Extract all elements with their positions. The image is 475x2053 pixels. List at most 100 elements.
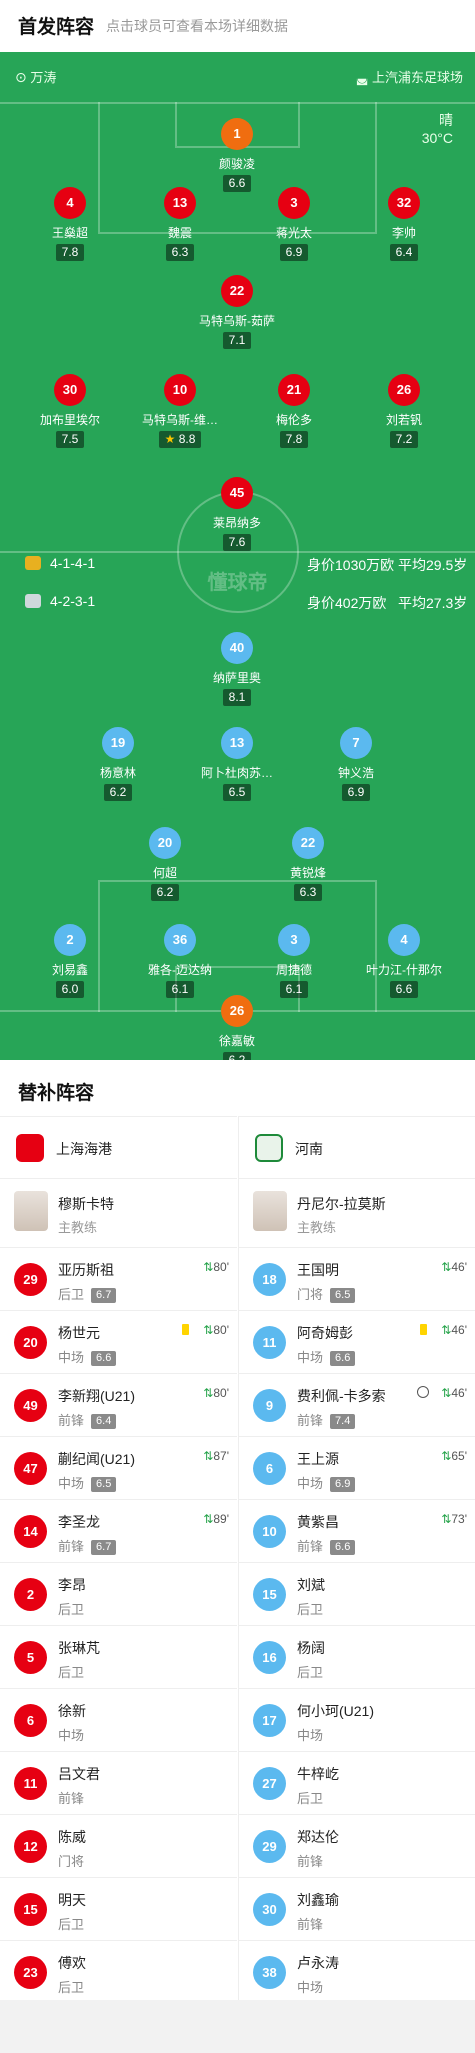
sub-minute-text: 46' (451, 1386, 467, 1400)
sub-rating: 6.4 (91, 1414, 117, 1429)
sub-minute: ⇅80' (203, 1260, 229, 1274)
sub-player-row[interactable]: 38 卢永涛 中场 (239, 1940, 475, 2003)
sub-number: 23 (14, 1956, 47, 1989)
away-player[interactable]: 20 何超 6.2 (100, 827, 230, 901)
rating-value: 6.3 (299, 885, 317, 899)
sub-player-row[interactable]: 14 李圣龙 前锋 6.7 ⇅89' (0, 1499, 237, 1562)
sub-position-text: 中场 (297, 1476, 324, 1491)
sub-player-row[interactable]: 11 吕文君 前锋 (0, 1751, 237, 1814)
away-player[interactable]: 36 雅各-迈达纳 6.1 (115, 924, 245, 998)
away-coach-row[interactable]: 丹尼尔-拉莫斯 主教练 (239, 1178, 475, 1247)
sub-in-icon: ⇅ (203, 1260, 214, 1274)
sub-player-row[interactable]: 5 张琳芃 后卫 (0, 1625, 237, 1688)
sub-player-row[interactable]: 20 杨世元 中场 6.6 ⇅80' (0, 1310, 237, 1373)
player-rating: 6.6 (389, 981, 419, 998)
player-rating: 7.6 (222, 534, 252, 551)
player-number: 22 (292, 827, 324, 859)
away-player[interactable]: 22 黄锐烽 6.3 (243, 827, 373, 901)
home-player[interactable]: 10 马特乌斯-维… ★ 8.8 (115, 374, 245, 448)
sub-player-row[interactable]: 29 郑达伦 前锋 (239, 1814, 475, 1877)
sub-position-text: 前锋 (297, 1854, 324, 1869)
player-rating: 6.2 (103, 784, 133, 801)
sub-name: 郑达伦 (297, 1829, 339, 1845)
sub-minute-text: 46' (451, 1323, 467, 1337)
sub-player-row[interactable]: 29 亚历斯祖 后卫 6.7 ⇅80' (0, 1247, 237, 1310)
player-number: 32 (388, 187, 420, 219)
sub-minute: ⇅80' (203, 1323, 229, 1337)
player-rating: 6.4 (389, 244, 419, 261)
player-number: 10 (164, 374, 196, 406)
sub-player-row[interactable]: 2 李昂 后卫 (0, 1562, 237, 1625)
away-team-icon (25, 594, 41, 608)
player-name: 莱昂纳多 (212, 516, 261, 530)
sub-position: 中场 (297, 1977, 323, 1996)
sub-player-row[interactable]: 6 王上源 中场 6.9 ⇅65' (239, 1436, 475, 1499)
coach-role: 主教练 (58, 1220, 98, 1235)
player-rating: 6.2 (222, 1052, 252, 1060)
sub-minute-text: 87' (213, 1449, 229, 1463)
sub-number: 17 (253, 1704, 286, 1737)
sub-player-row[interactable]: 30 刘鑫瑜 前锋 (239, 1877, 475, 1940)
sub-player-row[interactable]: 9 费利佩-卡多索 前锋 7.4 ⇅46' (239, 1373, 475, 1436)
sub-position-text: 门将 (297, 1287, 324, 1302)
sub-name: 何小珂(U21) (297, 1703, 375, 1719)
player-rating: 6.5 (222, 784, 252, 801)
sub-number: 49 (14, 1389, 47, 1422)
sub-player-row[interactable]: 49 李新翔(U21) 前锋 6.4 ⇅80' (0, 1373, 237, 1436)
player-number: 4 (388, 924, 420, 956)
sub-in-icon: ⇅ (203, 1512, 214, 1526)
away-player[interactable]: 26 徐嘉敏 6.2 (172, 995, 302, 1060)
player-number: 4 (54, 187, 86, 219)
player-number: 3 (278, 924, 310, 956)
away-team-row[interactable]: 河南 (239, 1116, 475, 1178)
away-player[interactable]: 7 钟义浩 6.9 (291, 727, 421, 801)
sub-player-row[interactable]: 11 阿奇姆彭 中场 6.6 ⇅46' (239, 1310, 475, 1373)
home-player[interactable]: 26 刘若钒 7.2 (339, 374, 469, 448)
sub-player-row[interactable]: 17 何小珂(U21) 中场 (239, 1688, 475, 1751)
home-player[interactable]: 32 李帅 6.4 (339, 187, 469, 261)
away-player[interactable]: 4 叶力江-什那尔 6.6 (339, 924, 469, 998)
rating-value: 6.2 (228, 1053, 246, 1060)
home-coach-row[interactable]: 穆斯卡特 主教练 (0, 1178, 237, 1247)
sub-number: 6 (253, 1452, 286, 1485)
sub-name: 傅欢 (58, 1955, 86, 1971)
sub-player-row[interactable]: 15 明天 后卫 (0, 1877, 237, 1940)
sub-minute-text: 80' (213, 1323, 229, 1337)
sub-rating: 7.4 (330, 1414, 356, 1429)
sub-number: 9 (253, 1389, 286, 1422)
player-number: 26 (388, 374, 420, 406)
home-player[interactable]: 1 颜骏凌 6.6 (172, 118, 302, 192)
home-player[interactable]: 13 魏震 6.3 (115, 187, 245, 261)
home-player[interactable]: 22 马特乌斯-茹萨 7.1 (172, 275, 302, 349)
sub-player-row[interactable]: 12 陈威 门将 (0, 1814, 237, 1877)
sub-position: 前锋 6.4 (58, 1410, 117, 1429)
sub-player-row[interactable]: 18 王国明 门将 6.5 ⇅46' (239, 1247, 475, 1310)
player-number: 36 (164, 924, 196, 956)
away-player[interactable]: 19 杨意林 6.2 (53, 727, 183, 801)
sub-player-row[interactable]: 23 傅欢 后卫 (0, 1940, 237, 2003)
away-player[interactable]: 40 纳萨里奥 8.1 (172, 632, 302, 706)
home-player[interactable]: 45 莱昂纳多 7.6 (172, 477, 302, 551)
sub-position: 前锋 6.7 (58, 1536, 117, 1555)
sub-player-row[interactable]: 16 杨阔 后卫 (239, 1625, 475, 1688)
sub-player-row[interactable]: 6 徐新 中场 (0, 1688, 237, 1751)
sub-player-row[interactable]: 27 牛梓屹 后卫 (239, 1751, 475, 1814)
player-rating: 7.5 (55, 431, 85, 448)
goal-ball-icon (417, 1386, 429, 1398)
sub-position-text: 后卫 (58, 1917, 85, 1932)
sub-name: 刘鑫瑜 (297, 1892, 339, 1908)
player-number: 19 (102, 727, 134, 759)
sub-player-row[interactable]: 47 蒯纪闻(U21) 中场 6.5 ⇅87' (0, 1436, 237, 1499)
sub-position: 后卫 (58, 1662, 84, 1681)
sub-name: 陈威 (58, 1829, 86, 1845)
sub-number: 15 (253, 1578, 286, 1611)
sub-number: 16 (253, 1641, 286, 1674)
home-coach-name: 万涛 (30, 70, 57, 85)
sub-player-row[interactable]: 10 黄紫昌 前锋 6.6 ⇅73' (239, 1499, 475, 1562)
sub-minute-text: 89' (213, 1512, 229, 1526)
sub-position-text: 后卫 (58, 1287, 85, 1302)
sub-player-row[interactable]: 15 刘斌 后卫 (239, 1562, 475, 1625)
player-rating: 6.3 (165, 244, 195, 261)
away-player[interactable]: 13 阿卜杜肉苏… 6.5 (172, 727, 302, 801)
home-team-row[interactable]: 上海海港 (0, 1116, 237, 1178)
